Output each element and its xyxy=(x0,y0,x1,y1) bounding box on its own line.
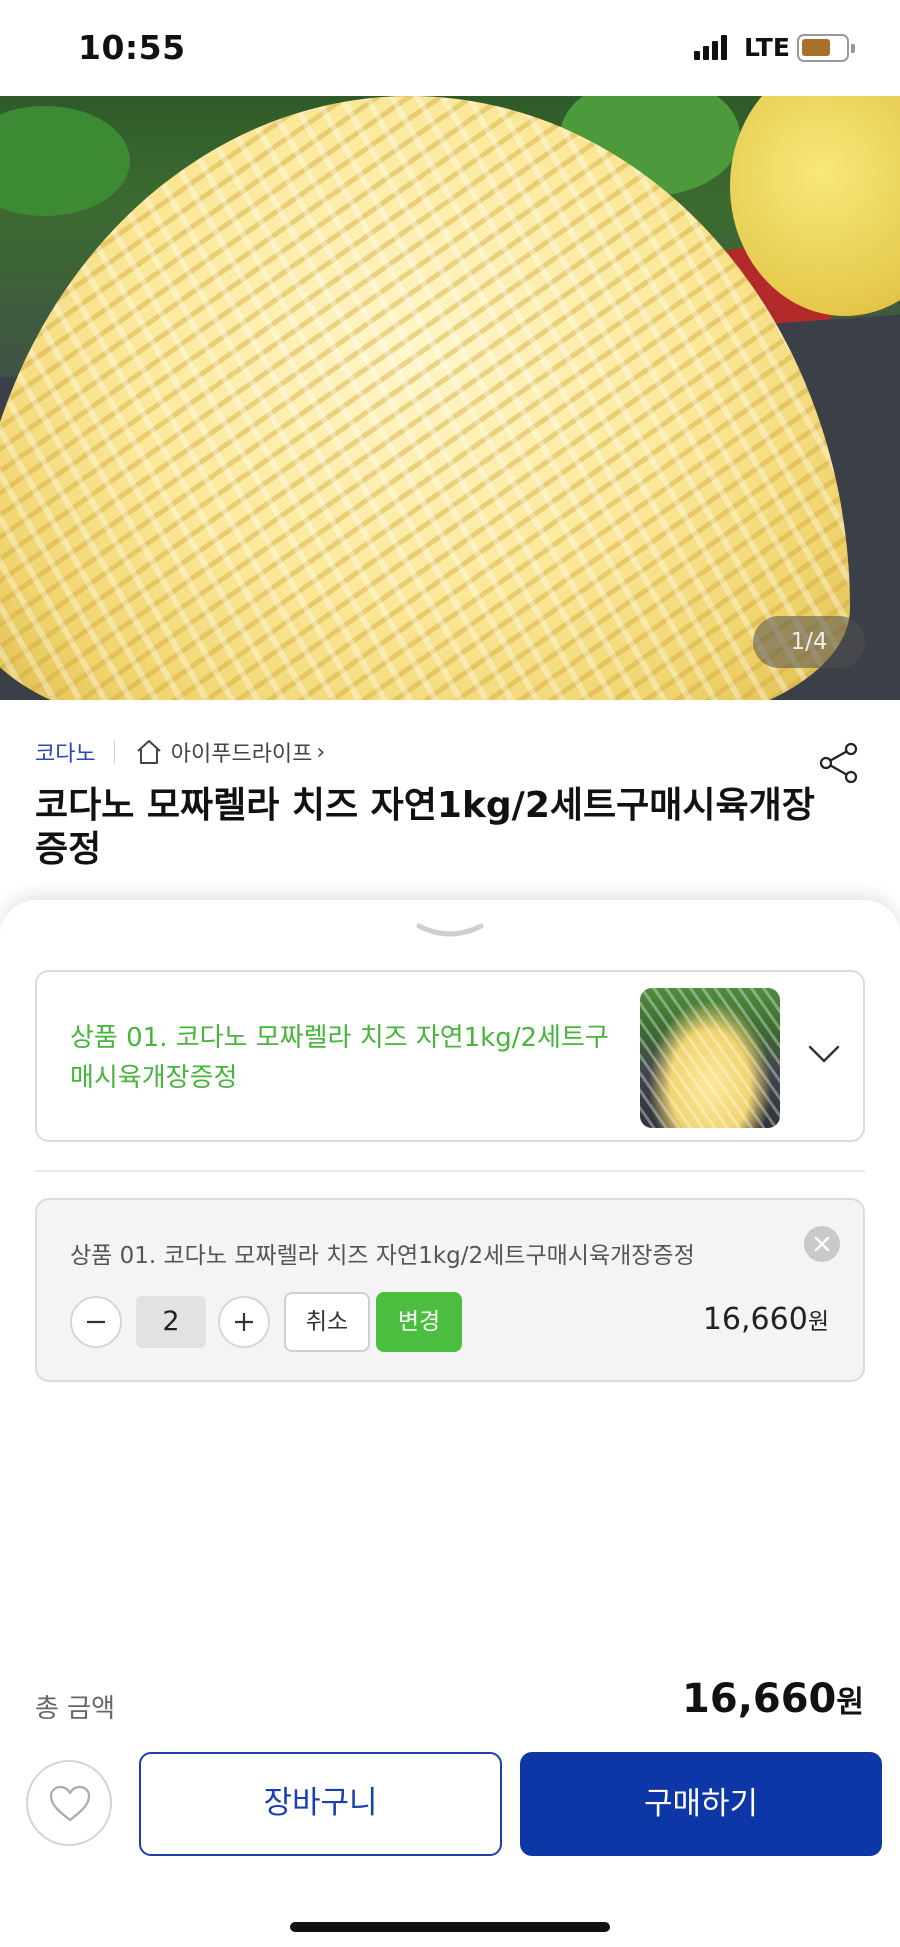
change-button[interactable]: 변경 xyxy=(376,1292,462,1352)
home-icon xyxy=(137,740,161,764)
brand-link[interactable]: 코다노 xyxy=(35,736,96,768)
plus-icon xyxy=(235,1313,253,1331)
wishlist-button[interactable] xyxy=(26,1760,112,1846)
price-unit: 원 xyxy=(807,1309,829,1335)
status-bar: 10:55 LTE xyxy=(0,0,900,96)
signal-icon xyxy=(694,34,732,60)
option-sheet: 상품 01. 코다노 모짜렐라 치즈 자연1kg/2세트구매시육개장증정 상품 … xyxy=(0,900,900,1947)
total-label: 총 금액 xyxy=(35,1694,116,1724)
product-page: 10:55 LTE 1/4 코다노 아이푸드라이프 › 코다노 모짜렐라 치즈 … xyxy=(0,0,900,1947)
product-info: 코다노 아이푸드라이프 › 코다노 모짜렐라 치즈 자연1kg/2세트구매시육개… xyxy=(0,700,900,900)
shop-link[interactable]: 아이푸드라이프 xyxy=(171,736,313,768)
battery-icon xyxy=(797,34,855,62)
heart-icon xyxy=(49,1785,91,1822)
buy-now-button[interactable]: 구매하기 xyxy=(520,1752,882,1856)
share-icon[interactable] xyxy=(816,740,862,786)
selected-option-name: 상품 01. 코다노 모짜렐라 치즈 자연1kg/2세트구매시육개장증정 xyxy=(70,1243,695,1269)
price-value: 16,660 xyxy=(702,1302,808,1337)
divider xyxy=(35,1170,865,1172)
quantity-increase-button[interactable] xyxy=(218,1296,270,1348)
option-select-label: 상품 01. 코다노 모짜렐라 치즈 자연1kg/2세트구매시육개장증정 xyxy=(70,1023,609,1093)
shredded-cheese-image xyxy=(0,96,850,700)
option-select-dropdown[interactable]: 상품 01. 코다노 모짜렐라 치즈 자연1kg/2세트구매시육개장증정 xyxy=(35,970,865,1142)
network-type: LTE xyxy=(744,33,790,62)
total-value: 16,660 xyxy=(682,1676,837,1722)
home-indicator[interactable] xyxy=(290,1922,610,1932)
add-to-cart-button[interactable]: 장바구니 xyxy=(139,1752,502,1856)
minus-icon xyxy=(87,1320,105,1324)
image-counter: 1/4 xyxy=(753,616,865,668)
cancel-button[interactable]: 취소 xyxy=(284,1292,370,1352)
close-icon xyxy=(814,1236,830,1252)
total-amount: 16,660원 xyxy=(682,1676,864,1722)
chevron-right-icon: › xyxy=(316,739,326,765)
quantity-input[interactable]: 2 xyxy=(136,1296,206,1348)
selected-option-price: 16,660원 xyxy=(703,1302,829,1337)
product-title: 코다노 모짜렐라 치즈 자연1kg/2세트구매시육개장증정 xyxy=(35,785,815,870)
total-unit: 원 xyxy=(836,1685,864,1720)
brand-row: 코다노 아이푸드라이프 › xyxy=(35,736,325,768)
status-time: 10:55 xyxy=(78,28,186,67)
remove-option-button[interactable] xyxy=(804,1226,840,1262)
chevron-down-icon xyxy=(808,1045,840,1063)
product-image-carousel[interactable]: 1/4 xyxy=(0,96,900,700)
selected-option-item: 상품 01. 코다노 모짜렐라 치즈 자연1kg/2세트구매시육개장증정 2 취… xyxy=(35,1198,865,1382)
quantity-decrease-button[interactable] xyxy=(70,1296,122,1348)
divider xyxy=(113,741,115,763)
sheet-handle-chevron-down-icon[interactable] xyxy=(415,920,485,946)
option-thumbnail-image xyxy=(640,988,780,1128)
